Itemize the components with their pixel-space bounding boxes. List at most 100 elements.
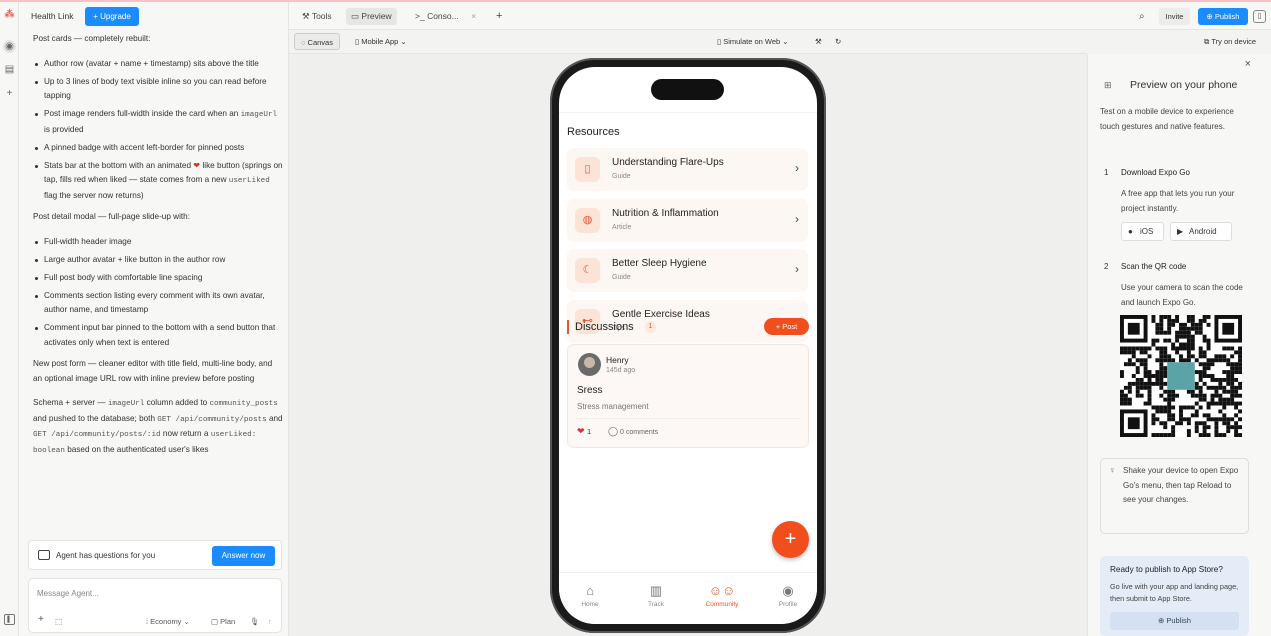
publish-title: Ready to publish to App Store? bbox=[1110, 565, 1223, 574]
files-icon[interactable]: ▤ bbox=[3, 63, 16, 76]
compose-fab[interactable]: + bbox=[772, 521, 809, 558]
list-item: Stats bar at the bottom with an animated… bbox=[33, 159, 283, 204]
device-selector[interactable]: ▯ Mobile App ⌄ bbox=[349, 33, 413, 50]
hint-box: ♀ Shake your device to open Expo Go's me… bbox=[1100, 458, 1249, 534]
qr-code bbox=[1120, 315, 1242, 437]
workspace-topbar: ⚒ Tools ▭ Preview >_ Conso... × + ⌕ Invi… bbox=[289, 2, 1271, 30]
panel-intro: Test on a mobile device to experience to… bbox=[1100, 107, 1234, 131]
tab-console[interactable]: >_ Conso... × bbox=[410, 8, 481, 25]
preview-canvas: Resources ▯ Understanding Flare-Ups Guid… bbox=[289, 54, 1087, 636]
nav-home[interactable]: ⌂ Home bbox=[565, 573, 615, 608]
economy-selector[interactable]: ⁞ Economy ⌄ bbox=[146, 617, 190, 626]
upgrade-button[interactable]: + Upgrade bbox=[85, 7, 139, 26]
tab-tools[interactable]: ⚒ Tools bbox=[297, 8, 337, 25]
chart-icon: ▥ bbox=[649, 583, 663, 598]
sidebar-toggle-icon[interactable]: ▌ bbox=[4, 614, 15, 625]
app-name: Health Link bbox=[31, 11, 74, 21]
attach-icon[interactable]: ⬚ bbox=[55, 617, 62, 626]
tab-preview[interactable]: ▭ Preview bbox=[346, 8, 397, 25]
agent-question-bar: Agent has questions for you Answer now bbox=[28, 540, 282, 570]
step-number: 1 bbox=[1104, 168, 1109, 177]
resources-title: Resources bbox=[567, 126, 620, 138]
simulate-selector[interactable]: ▯ Simulate on Web ⌄ bbox=[711, 33, 795, 50]
canvas-button[interactable]: ◌ Canvas bbox=[294, 33, 340, 50]
chevron-right-icon: › bbox=[795, 161, 799, 175]
close-panel-icon[interactable]: × bbox=[1245, 58, 1251, 70]
resource-title: Nutrition & Inflammation bbox=[612, 208, 719, 219]
logo-icon: ⁂ bbox=[4, 9, 15, 20]
agent-question-text: Agent has questions for you bbox=[56, 551, 156, 560]
resource-type: Article bbox=[612, 224, 632, 231]
resource-card[interactable]: ☾ Better Sleep Hygiene Guide › bbox=[567, 249, 808, 292]
send-icon[interactable]: ↑ bbox=[268, 617, 272, 626]
publish-app-button[interactable]: ⊕ Publish bbox=[1110, 612, 1239, 630]
bottom-navigation: ⌂ Home ▥ Track ☺☺ Community ◉ Profile bbox=[559, 572, 817, 624]
publish-button[interactable]: ⊕ Publish bbox=[1198, 8, 1248, 25]
resource-type: Guide bbox=[612, 274, 631, 281]
ios-button[interactable]: ● iOS bbox=[1121, 222, 1164, 241]
wrench-icon[interactable]: ⚒ bbox=[809, 33, 828, 50]
like-button[interactable]: ❤ 1 bbox=[577, 426, 591, 437]
people-icon: ☺☺ bbox=[708, 583, 736, 598]
answer-now-button[interactable]: Answer now bbox=[212, 546, 275, 566]
lightbulb-icon: ♀ bbox=[1109, 465, 1116, 475]
left-rail: ⁂ ◉ ▤ + ▌ bbox=[0, 2, 19, 636]
resource-card[interactable]: ◍ Nutrition & Inflammation Article › bbox=[567, 199, 808, 242]
close-icon: × bbox=[471, 11, 477, 21]
chat-paragraph: Schema + server — imageUrl column added … bbox=[33, 398, 283, 455]
step-title: Scan the QR code bbox=[1121, 262, 1187, 271]
list-item: Full post body with comfortable line spa… bbox=[33, 271, 283, 286]
chat-paragraph: Post detail modal — full-page slide-up w… bbox=[33, 212, 191, 221]
try-on-device-button[interactable]: ⧉ Try on device bbox=[1198, 33, 1262, 50]
chat-list: Full-width header image Large author ava… bbox=[33, 235, 283, 351]
chat-paragraph: New post form — cleaner editor with titl… bbox=[33, 359, 273, 383]
new-post-button[interactable]: + Post bbox=[764, 318, 809, 335]
nav-community[interactable]: ☺☺ Community bbox=[697, 573, 747, 608]
agent-message: Post cards — completely rebuilt: Author … bbox=[33, 32, 283, 468]
discussions-count-badge: 1 bbox=[645, 321, 656, 333]
message-input[interactable]: Message Agent... + ⬚ ⁞ Economy ⌄ ▢ Plan … bbox=[28, 578, 282, 633]
resource-title: Better Sleep Hygiene bbox=[612, 258, 707, 269]
chat-list: Author row (avatar + name + timestamp) s… bbox=[33, 57, 283, 204]
phone-frame: Resources ▯ Understanding Flare-Ups Guid… bbox=[550, 58, 826, 633]
resource-title: Gentle Exercise Ideas bbox=[612, 309, 710, 320]
home-icon: ⌂ bbox=[586, 583, 594, 598]
plan-toggle[interactable]: ▢ Plan bbox=[211, 617, 235, 626]
layout-toggle-icon[interactable]: ▯ bbox=[1253, 10, 1266, 23]
panel-title: Preview on your phone bbox=[1130, 79, 1238, 91]
agent-icon[interactable]: ◉ bbox=[3, 40, 16, 53]
hint-text: Shake your device to open Expo Go's menu… bbox=[1123, 466, 1239, 504]
message-placeholder: Message Agent... bbox=[37, 589, 99, 598]
android-button[interactable]: ▶ Android bbox=[1170, 222, 1232, 241]
nav-profile[interactable]: ◉ Profile bbox=[763, 573, 813, 608]
comment-icon: ◯ bbox=[608, 426, 619, 436]
agent-chat-panel: Health Link + Upgrade Post cards — compl… bbox=[19, 2, 289, 636]
comments-button[interactable]: ◯ 0 comments bbox=[608, 426, 658, 437]
search-icon[interactable]: ⌕ bbox=[1134, 8, 1150, 25]
apple-icon: ◍ bbox=[575, 208, 600, 233]
resource-type: Guide bbox=[612, 173, 631, 180]
step-number: 2 bbox=[1104, 262, 1109, 271]
list-item: Author row (avatar + name + timestamp) s… bbox=[33, 57, 283, 72]
step-desc: A free app that lets you run your projec… bbox=[1121, 189, 1235, 213]
invite-button[interactable]: Invite bbox=[1159, 8, 1190, 25]
add-icon[interactable]: + bbox=[38, 614, 44, 625]
chevron-right-icon: › bbox=[795, 212, 799, 226]
phone-screen: Resources ▯ Understanding Flare-Ups Guid… bbox=[559, 67, 817, 624]
inline-code: userLiked bbox=[228, 177, 270, 185]
publish-card: Ready to publish to App Store? Go live w… bbox=[1100, 556, 1249, 636]
microphone-icon[interactable]: 🎙 bbox=[250, 617, 260, 626]
list-item: Post image renders full-width inside the… bbox=[33, 107, 283, 137]
post-card[interactable]: Henry 145d ago Sress Stress management ❤… bbox=[567, 344, 809, 448]
new-tab-icon[interactable]: + bbox=[491, 8, 507, 25]
refresh-icon[interactable]: ↻ bbox=[829, 33, 847, 50]
chat-paragraph: Post cards — completely rebuilt: bbox=[33, 34, 151, 43]
nav-track[interactable]: ▥ Track bbox=[631, 573, 681, 608]
plus-icon[interactable]: + bbox=[3, 87, 16, 100]
avatar bbox=[578, 353, 601, 376]
resource-card[interactable]: ▯ Understanding Flare-Ups Guide › bbox=[567, 148, 808, 191]
apple-logo-icon: ● bbox=[1128, 227, 1133, 236]
step-title: Download Expo Go bbox=[1121, 168, 1190, 177]
post-time: 145d ago bbox=[606, 367, 636, 374]
list-item: Large author avatar + like button in the… bbox=[33, 253, 283, 268]
